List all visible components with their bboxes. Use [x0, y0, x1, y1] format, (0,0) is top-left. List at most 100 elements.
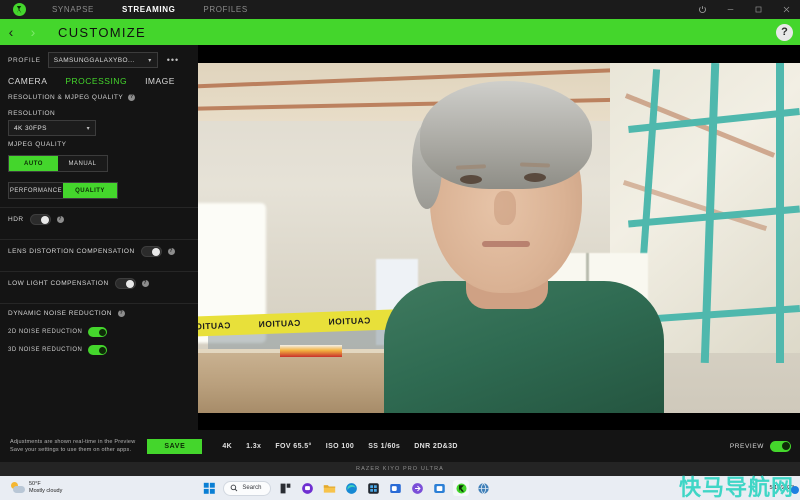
- option-2d-noise-reduction-label: 2D NOISE REDUCTION: [8, 329, 82, 335]
- globe-icon[interactable]: [475, 480, 491, 496]
- watermark-dot: [791, 486, 799, 494]
- mjpeg-mode-manual[interactable]: MANUAL: [58, 156, 107, 171]
- windows-taskbar: 50°F Mostly cloudy Search: [0, 476, 800, 500]
- option-3d-noise-reduction: 3D NOISE REDUCTION: [0, 341, 198, 359]
- profile-more-icon[interactable]: •••: [167, 55, 179, 65]
- minimize-icon[interactable]: [716, 0, 744, 19]
- profile-label: PROFILE: [8, 57, 41, 64]
- device-bar: RAZER KIYO PRO ULTRA: [0, 462, 800, 476]
- adjustments-note-line1: Adjustments are shown real-time in the P…: [10, 438, 135, 446]
- profile-value: SAMSUNGGALAXYBO...: [54, 57, 135, 64]
- partly-cloudy-icon: [11, 482, 25, 494]
- maximize-icon[interactable]: [744, 0, 772, 19]
- razer-logo: [0, 3, 38, 16]
- option-hdr-label: HDR: [8, 216, 24, 223]
- mjpeg-mode-auto[interactable]: AUTO: [9, 156, 58, 171]
- info-icon[interactable]: ?: [128, 94, 135, 101]
- search-placeholder: Search: [242, 485, 261, 491]
- razer-synapse-icon[interactable]: [453, 480, 469, 496]
- power-icon[interactable]: [688, 0, 716, 19]
- weather-condition: Mostly cloudy: [29, 488, 62, 495]
- page-title: CUSTOMIZE: [58, 25, 146, 40]
- letterbox-bottom: [198, 413, 800, 430]
- window-controls: [688, 0, 800, 19]
- nav-tab-streaming[interactable]: STREAMING: [108, 0, 189, 19]
- windows-start-icon[interactable]: [201, 480, 217, 496]
- back-button[interactable]: ‹: [0, 19, 22, 45]
- option-2d-noise-reduction-toggle[interactable]: [88, 327, 107, 337]
- stat-fov: FOV 65.5°: [275, 443, 311, 450]
- nav-tab-profiles[interactable]: PROFILES: [189, 0, 261, 19]
- device-name: RAZER KIYO PRO ULTRA: [356, 466, 444, 472]
- close-icon[interactable]: [772, 0, 800, 19]
- option-low-light: LOW LIGHT COMPENSATION ?: [0, 272, 198, 295]
- mjpeg-quality-performance[interactable]: PERFORMANCE: [9, 183, 63, 198]
- tab-processing[interactable]: PROCESSING: [65, 76, 127, 86]
- option-hdr: HDR ?: [0, 208, 198, 231]
- adjustments-note: Adjustments are shown real-time in the P…: [10, 438, 135, 454]
- tab-camera[interactable]: CAMERA: [8, 76, 47, 86]
- preview-label: PREVIEW: [730, 443, 764, 450]
- resolution-label: RESOLUTION: [0, 105, 198, 120]
- page-header: ‹ › CUSTOMIZE ?: [0, 19, 800, 45]
- teams-icon[interactable]: [299, 480, 315, 496]
- nav-tab-synapse[interactable]: SYNAPSE: [38, 0, 108, 19]
- search-icon: [230, 484, 238, 492]
- profile-dropdown[interactable]: SAMSUNGGALAXYBO... ▾: [48, 52, 158, 68]
- option-2d-noise-reduction: 2D NOISE REDUCTION: [0, 323, 198, 341]
- mjpeg-mode-segmented: AUTO MANUAL: [8, 155, 108, 172]
- title-bar: SYNAPSE STREAMING PROFILES: [0, 0, 800, 19]
- dnr-label: DYNAMIC NOISE REDUCTION: [8, 310, 112, 317]
- camera-preview[interactable]: CAUTIONCAUTIONCAUTIONCAUTION: [198, 45, 800, 430]
- tab-image[interactable]: IMAGE: [145, 76, 175, 86]
- mjpeg-quality-label: MJPEG QUALITY: [0, 136, 198, 151]
- option-lens-distortion-toggle[interactable]: [141, 246, 162, 257]
- save-button[interactable]: SAVE: [147, 439, 202, 454]
- weather-temp: 50°F: [29, 481, 62, 488]
- weather-widget[interactable]: 50°F Mostly cloudy: [11, 481, 62, 495]
- camera-stats: 4K 1.3x FOV 65.5° ISO 100 SS 1/60s DNR 2…: [222, 443, 458, 450]
- widgets-icon[interactable]: [277, 480, 293, 496]
- option-3d-noise-reduction-toggle[interactable]: [88, 345, 107, 355]
- option-hdr-toggle[interactable]: [30, 214, 51, 225]
- option-3d-noise-reduction-label: 3D NOISE REDUCTION: [8, 347, 82, 353]
- preview-toggle[interactable]: [770, 441, 791, 452]
- mjpeg-quality-quality[interactable]: QUALITY: [63, 183, 117, 198]
- razer-synapse-window: SYNAPSE STREAMING PROFILES ‹ › CUSTOMIZ: [0, 0, 800, 500]
- outlook-icon[interactable]: [387, 480, 403, 496]
- main-nav-tabs: SYNAPSE STREAMING PROFILES: [38, 0, 262, 19]
- file-explorer-icon[interactable]: [321, 480, 337, 496]
- preview-video-frame: CAUTIONCAUTIONCAUTIONCAUTION: [198, 63, 800, 413]
- profile-row: PROFILE SAMSUNGGALAXYBO... ▾ •••: [0, 45, 198, 74]
- settings-sidebar: PROFILE SAMSUNGGALAXYBO... ▾ ••• CAMERA …: [0, 45, 198, 430]
- settings-icon[interactable]: [409, 480, 425, 496]
- info-icon[interactable]: ?: [142, 280, 149, 287]
- option-low-light-label: LOW LIGHT COMPENSATION: [8, 280, 109, 287]
- taskbar-center: Search: [201, 480, 491, 496]
- resolution-value: 4K 30FPS: [14, 125, 47, 132]
- help-icon[interactable]: ?: [776, 24, 793, 41]
- stat-dnr: DNR 2D&3D: [414, 443, 458, 450]
- resolution-dropdown[interactable]: 4K 30FPS ▾: [8, 120, 96, 136]
- preview-toggle-group: PREVIEW: [730, 441, 791, 452]
- section-dynamic-noise-reduction: DYNAMIC NOISE REDUCTION ?: [0, 304, 198, 323]
- adjustments-note-line2: Save your settings to use them on other …: [10, 446, 135, 454]
- search-input[interactable]: Search: [223, 481, 271, 496]
- snipping-tool-icon[interactable]: [431, 480, 447, 496]
- info-icon[interactable]: ?: [57, 216, 64, 223]
- edge-icon[interactable]: [343, 480, 359, 496]
- section-resolution-mjpeg: RESOLUTION & MJPEG QUALITY ?: [0, 91, 198, 105]
- settings-subtabs: CAMERA PROCESSING IMAGE: [0, 74, 198, 91]
- info-icon[interactable]: ?: [168, 248, 175, 255]
- letterbox-top: [198, 45, 800, 63]
- forward-button[interactable]: ›: [22, 19, 44, 45]
- mjpeg-quality-segmented: PERFORMANCE QUALITY: [8, 182, 118, 199]
- stat-shutter-speed: SS 1/60s: [368, 443, 400, 450]
- option-lens-distortion-label: LENS DISTORTION COMPENSATION: [8, 248, 135, 255]
- option-lens-distortion: LENS DISTORTION COMPENSATION ?: [0, 240, 198, 263]
- weather-text: 50°F Mostly cloudy: [29, 481, 62, 495]
- store-icon[interactable]: [365, 480, 381, 496]
- option-low-light-toggle[interactable]: [115, 278, 136, 289]
- chevron-down-icon: ▾: [148, 57, 151, 64]
- info-icon[interactable]: ?: [118, 310, 125, 317]
